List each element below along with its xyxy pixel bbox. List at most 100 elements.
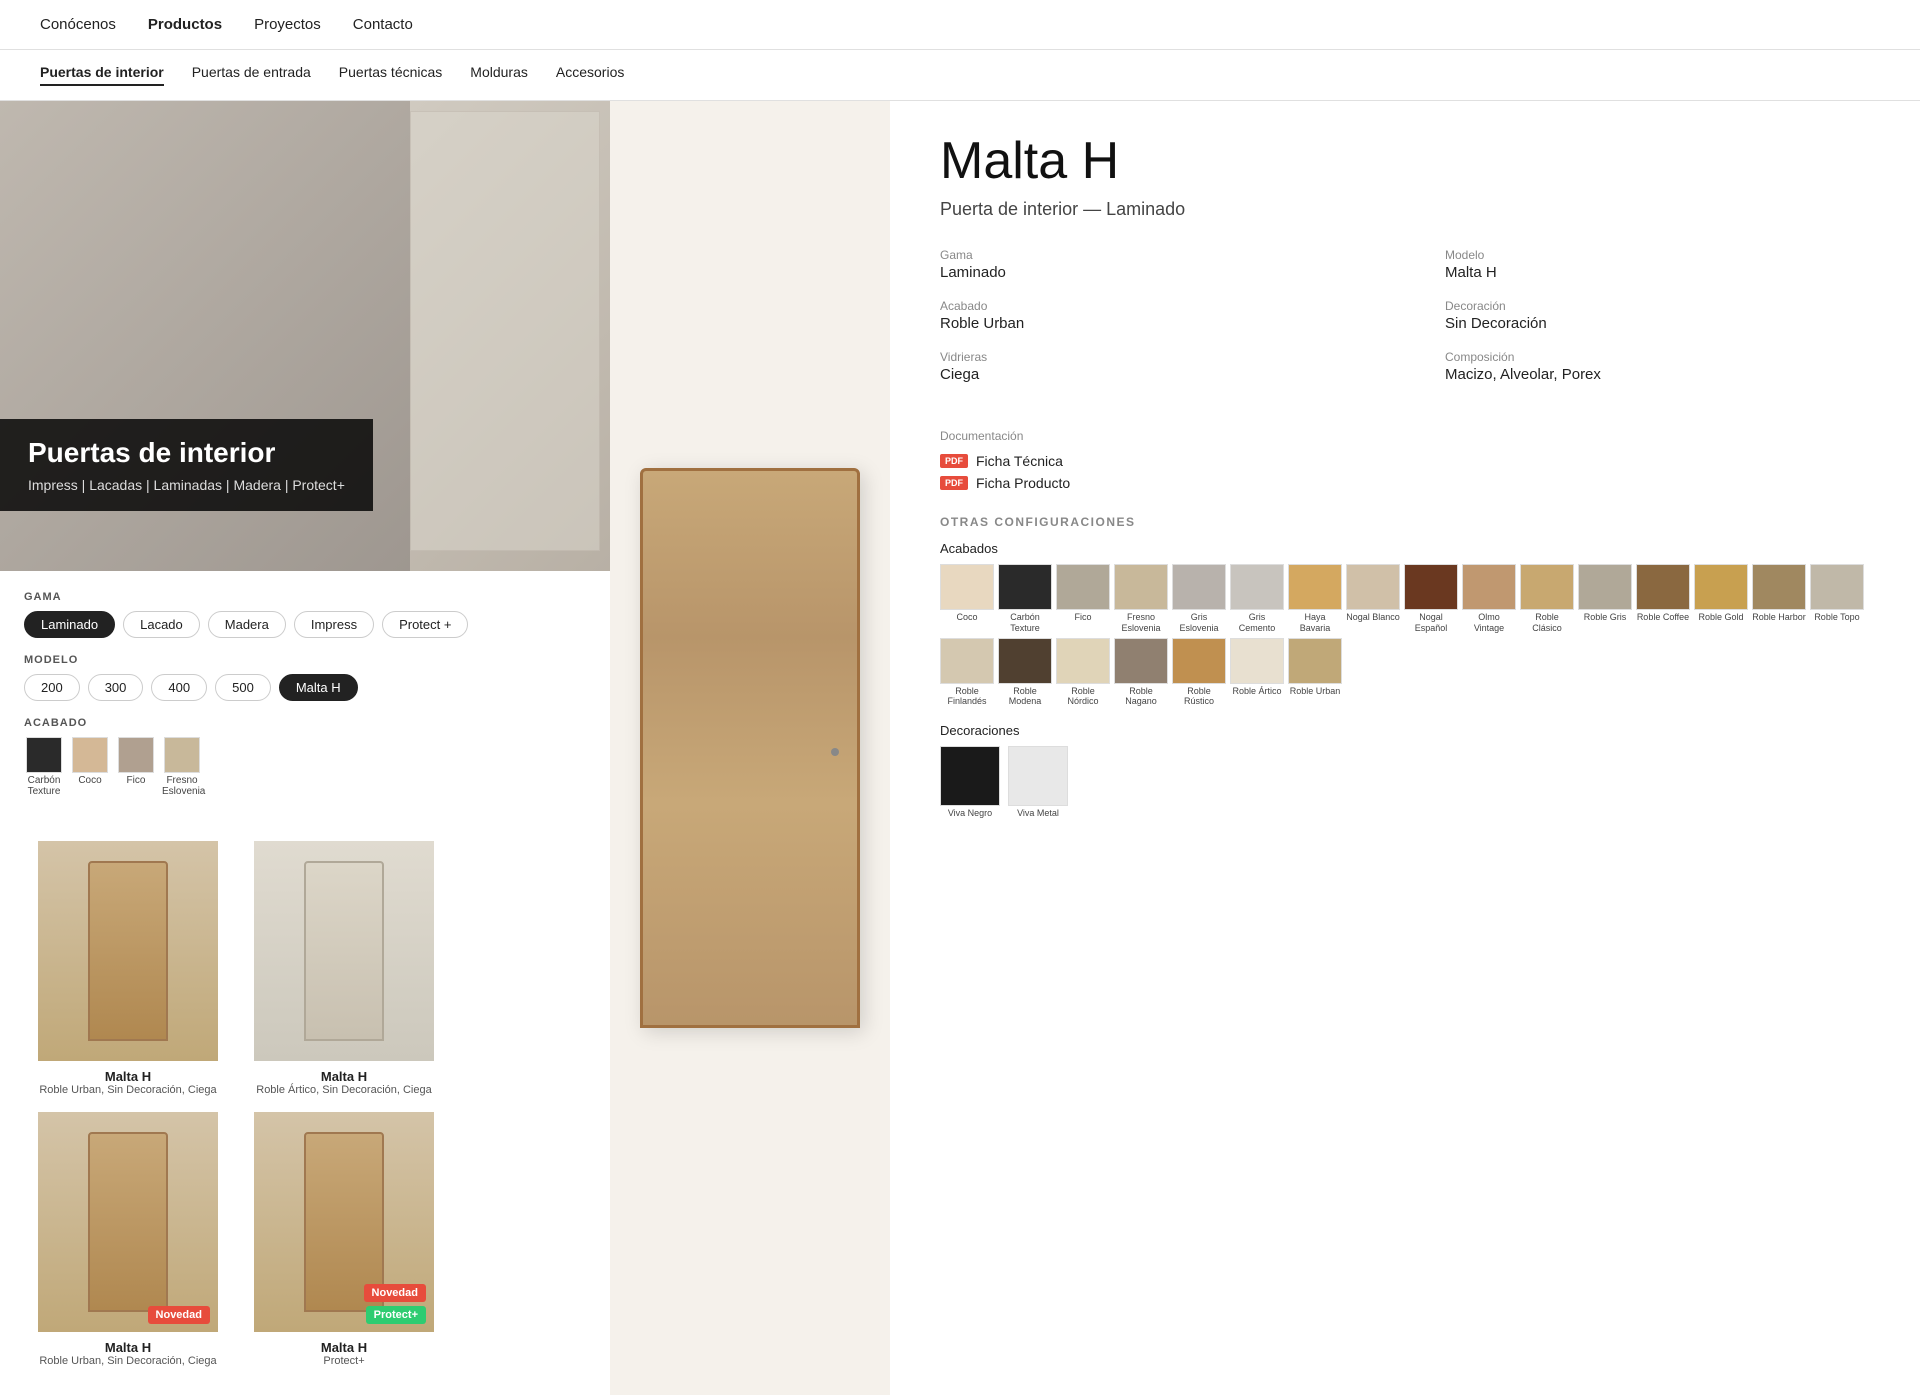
config-swatch-group: Gris Eslovenia xyxy=(1172,564,1226,634)
config-swatch-group: Roble Gold xyxy=(1694,564,1748,634)
gama-btn-impress[interactable]: Impress xyxy=(294,611,374,638)
config-swatch[interactable] xyxy=(1288,638,1342,684)
info-gama-val: Laminado xyxy=(940,264,1365,281)
info-decoracion-val: Sin Decoración xyxy=(1445,315,1870,332)
config-swatch[interactable] xyxy=(1752,564,1806,610)
gama-label: GAMA xyxy=(24,591,586,603)
config-swatch-group: Roble Topo xyxy=(1810,564,1864,634)
nav-contacto[interactable]: Contacto xyxy=(353,16,413,33)
subnav-molduras[interactable]: Molduras xyxy=(470,64,528,86)
config-swatch[interactable] xyxy=(1172,564,1226,610)
config-swatch-name: Roble Topo xyxy=(1814,612,1859,623)
decor-swatch-name: Viva Metal xyxy=(1017,808,1059,818)
config-swatch-name: Gris Eslovenia xyxy=(1172,612,1226,634)
product-desc-3: Roble Urban, Sin Decoración, Ciega xyxy=(28,1355,228,1367)
swatch-carbon-label: Carbón Texture xyxy=(24,775,64,797)
swatch-fico-color[interactable] xyxy=(118,737,154,773)
modelo-btn-200[interactable]: 200 xyxy=(24,674,80,701)
doc-ficha-tecnica-label: Ficha Técnica xyxy=(976,453,1063,469)
nav-conocenos[interactable]: Conócenos xyxy=(40,16,116,33)
config-swatch-group: Roble Nórdico xyxy=(1056,638,1110,708)
info-decoracion: Decoración Sin Decoración xyxy=(1445,299,1870,332)
modelo-btn-400[interactable]: 400 xyxy=(151,674,207,701)
config-swatch[interactable] xyxy=(1578,564,1632,610)
list-item[interactable]: Novedad Protect+ Malta H Protect+ xyxy=(244,1112,444,1367)
config-swatch[interactable] xyxy=(1114,638,1168,684)
gama-btn-laminado[interactable]: Laminado xyxy=(24,611,115,638)
info-composicion-val: Macizo, Alveolar, Porex xyxy=(1445,366,1870,383)
config-swatch-name: Roble Gold xyxy=(1698,612,1743,623)
nav-productos[interactable]: Productos xyxy=(148,16,222,33)
badge-novedad-4: Novedad xyxy=(364,1284,426,1302)
config-swatch[interactable] xyxy=(1288,564,1342,610)
gama-btn-protectplus[interactable]: Protect + xyxy=(382,611,468,638)
badge-novedad-3: Novedad xyxy=(148,1306,210,1324)
config-swatch[interactable] xyxy=(1230,638,1284,684)
decor-swatch[interactable] xyxy=(940,746,1000,806)
sub-nav: Puertas de interior Puertas de entrada P… xyxy=(0,50,1920,101)
swatch-coco-color[interactable] xyxy=(72,737,108,773)
info-composicion: Composición Macizo, Alveolar, Porex xyxy=(1445,350,1870,383)
decor-swatch-group: Viva Negro xyxy=(940,746,1000,818)
config-swatch[interactable] xyxy=(1114,564,1168,610)
config-swatch[interactable] xyxy=(1462,564,1516,610)
config-swatch-name: Roble Rústico xyxy=(1172,686,1226,708)
modelo-btn-maltah[interactable]: Malta H xyxy=(279,674,358,701)
product-name-4: Malta H xyxy=(244,1340,444,1355)
decor-swatch[interactable] xyxy=(1008,746,1068,806)
doc-ficha-tecnica[interactable]: PDF Ficha Técnica xyxy=(940,453,1870,469)
modelo-label: MODELO xyxy=(24,654,586,666)
config-swatch-group: Roble Nagano xyxy=(1114,638,1168,708)
config-swatch[interactable] xyxy=(998,564,1052,610)
product-image-3: Novedad xyxy=(38,1112,218,1332)
config-swatch[interactable] xyxy=(940,638,994,684)
hero-banner: Puertas de interior Impress | Lacadas | … xyxy=(0,101,610,571)
config-swatch-name: Fico xyxy=(1074,612,1091,623)
nav-proyectos[interactable]: Proyectos xyxy=(254,16,321,33)
list-item[interactable]: Malta H Roble Urban, Sin Decoración, Cie… xyxy=(28,841,228,1096)
product-desc-1: Roble Urban, Sin Decoración, Ciega xyxy=(28,1084,228,1096)
subnav-entrada[interactable]: Puertas de entrada xyxy=(192,64,311,86)
acabados-config-label: Acabados xyxy=(940,541,1870,556)
swatch-carbon-color[interactable] xyxy=(26,737,62,773)
config-swatch[interactable] xyxy=(1520,564,1574,610)
info-vidrieras-val: Ciega xyxy=(940,366,1365,383)
acabado-label: ACABADO xyxy=(24,717,586,729)
config-swatch[interactable] xyxy=(1056,638,1110,684)
list-item[interactable]: Novedad Malta H Roble Urban, Sin Decorac… xyxy=(28,1112,228,1367)
list-item[interactable]: Malta H Roble Ártico, Sin Decoración, Ci… xyxy=(244,841,444,1096)
modelo-btn-300[interactable]: 300 xyxy=(88,674,144,701)
config-swatch[interactable] xyxy=(1056,564,1110,610)
info-gama-key: Gama xyxy=(940,248,1365,262)
config-swatch-group: Roble Rústico xyxy=(1172,638,1226,708)
swatch-fresno-color[interactable] xyxy=(164,737,200,773)
config-swatch[interactable] xyxy=(1172,638,1226,684)
config-swatch[interactable] xyxy=(1636,564,1690,610)
info-vidrieras-key: Vidrieras xyxy=(940,350,1365,364)
config-swatch[interactable] xyxy=(1810,564,1864,610)
subnav-interior[interactable]: Puertas de interior xyxy=(40,64,164,86)
config-swatch-group: Coco xyxy=(940,564,994,634)
badge-protectplus-4: Protect+ xyxy=(366,1306,426,1324)
config-swatch[interactable] xyxy=(1694,564,1748,610)
main-door-image xyxy=(640,468,860,1028)
config-swatch-name: Roble Gris xyxy=(1584,612,1627,623)
config-swatch[interactable] xyxy=(1404,564,1458,610)
subnav-tecnicas[interactable]: Puertas técnicas xyxy=(339,64,443,86)
config-swatch[interactable] xyxy=(1346,564,1400,610)
subnav-accesorios[interactable]: Accesorios xyxy=(556,64,624,86)
config-swatch-name: Roble Harbor xyxy=(1752,612,1806,623)
gama-btn-madera[interactable]: Madera xyxy=(208,611,286,638)
modelo-btn-500[interactable]: 500 xyxy=(215,674,271,701)
config-swatch-group: Fresno Eslovenia xyxy=(1114,564,1168,634)
config-swatch-group: Roble Modena xyxy=(998,638,1052,708)
doc-ficha-producto[interactable]: PDF Ficha Producto xyxy=(940,475,1870,491)
modelo-buttons: 200 300 400 500 Malta H xyxy=(24,674,586,701)
gama-btn-lacado[interactable]: Lacado xyxy=(123,611,200,638)
config-swatch[interactable] xyxy=(940,564,994,610)
config-swatch[interactable] xyxy=(998,638,1052,684)
decoraciones-swatches: Viva Negro Viva Metal xyxy=(940,746,1870,818)
swatch-coco-label: Coco xyxy=(70,775,110,786)
info-acabado-val: Roble Urban xyxy=(940,315,1365,332)
config-swatch[interactable] xyxy=(1230,564,1284,610)
